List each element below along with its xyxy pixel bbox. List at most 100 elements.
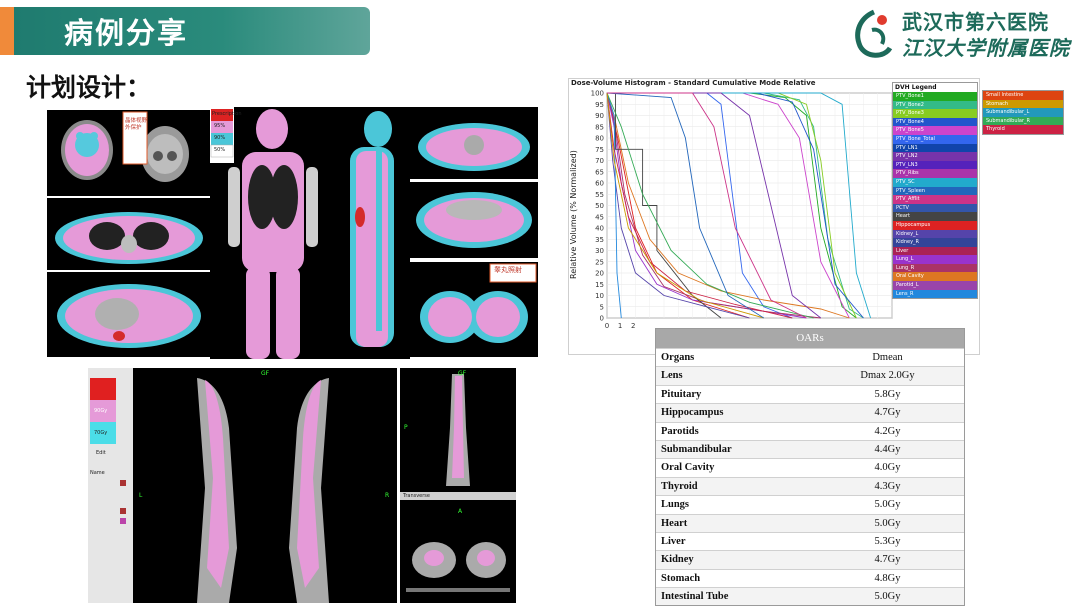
view-label-right: R	[385, 492, 390, 499]
dvh-ylabel: Relative Volume (% Normalized)	[569, 150, 578, 279]
sagittal-label-p: P	[404, 424, 408, 431]
dvh-legend-item[interactable]: PTV_Bone4	[893, 117, 977, 127]
dvh-legend-item[interactable]: PTV_Ribs	[893, 169, 977, 178]
roi-color-swatch	[120, 480, 126, 486]
dvh-legend-item[interactable]: PTV_Bone3	[893, 109, 977, 118]
table-row: Stomach 4.8Gy	[656, 568, 964, 587]
roi-color-swatch	[120, 518, 126, 524]
ct-axial-shoulder-panel	[410, 107, 538, 179]
dvh-legend2-item[interactable]: Small Intestine	[983, 91, 1063, 100]
dvh-legend-item[interactable]: PTV_Bone5	[893, 126, 977, 135]
organ-name: Thyroid	[661, 480, 698, 492]
edit-button[interactable]: Edit	[96, 450, 106, 456]
dvh-legend-item[interactable]: Oral Cavity	[893, 272, 977, 282]
dvh-legend-item[interactable]: PTV_LN3	[893, 160, 977, 170]
ct-axial-pelvis-panel	[410, 182, 538, 258]
dose-value: 4.7Gy	[874, 554, 901, 566]
dvh-ytick-label: 95	[595, 101, 604, 109]
dvh-ytick-label: 20	[595, 270, 604, 278]
dvh-ytick-label: 60	[595, 180, 604, 188]
dvh-ytick-label: 35	[595, 236, 604, 244]
dvh-legend-item[interactable]: PTV_Spleen	[893, 186, 977, 196]
dvh-legend-item[interactable]: Lung_R	[893, 263, 977, 273]
dvh-legend-item[interactable]: Parotid_L	[893, 281, 977, 290]
dose-value: 5.0Gy	[874, 499, 901, 511]
table-row: Organs Dmean	[656, 348, 964, 366]
dvh-xtick-label: 2	[631, 322, 635, 330]
organ-name: Intestinal Tube	[661, 591, 729, 603]
dvh-ytick-label: 45	[595, 213, 604, 221]
view-label-left: L	[139, 492, 143, 499]
table-row: Oral Cavity 4.0Gy	[656, 458, 964, 476]
dvh-legend-item[interactable]: Liver	[893, 246, 977, 256]
ct-axial-chest-panel	[47, 198, 210, 270]
dvh-ytick-label: 15	[595, 281, 604, 289]
view-label-top: GF	[261, 370, 270, 377]
organ-name: Organs	[661, 352, 695, 363]
dvh-legend2-item[interactable]: Submandibular_R	[983, 116, 1063, 126]
dose-level-sidebar: 90Gy 70Gy Edit Name	[88, 368, 133, 603]
dvh-xtick-label: 0	[605, 322, 609, 330]
dose-level-red[interactable]	[90, 378, 116, 400]
dvh-legend2-item[interactable]: Thyroid	[983, 125, 1063, 134]
dvh-legend-item[interactable]: PTV_Afflit	[893, 195, 977, 204]
dvh-legend2-item[interactable]: Submandibular_L	[983, 108, 1063, 117]
dvh-legend-item[interactable]: PTV_Bone2	[893, 100, 977, 110]
dvh-ytick-label: 90	[595, 112, 604, 120]
dvh-ytick-label: 10	[595, 292, 604, 300]
dvh-ytick-label: 50	[595, 202, 604, 210]
dose-label-4: 50%	[214, 147, 226, 153]
roi-name-header: Name	[90, 470, 105, 476]
dvh-legend-item[interactable]: PTV_LN2	[893, 152, 977, 161]
table-row: Liver 5.3Gy	[656, 531, 964, 550]
dvh-legend-item[interactable]: Lung_L	[893, 255, 977, 264]
organ-name: Kidney	[661, 554, 694, 566]
dvh-ylabel-wrap: Relative Volume (% Normalized)	[567, 150, 581, 299]
dvh-ytick-label: 25	[595, 258, 604, 266]
oars-table: OARs Organs Dmean Lens Dmax 2.0Gy Pituitary 5…	[655, 328, 965, 607]
table-row: Lungs 5.0Gy	[656, 495, 964, 513]
dvh-legend-item[interactable]: PTV_Bone_Total	[893, 134, 977, 144]
dvh-xtick-label: 1	[618, 322, 622, 330]
dvh-legend-item[interactable]: Hippocampus	[893, 220, 977, 230]
dvh-legend2-list: Small Intestine Stomach Submandibular_L Sub…	[983, 91, 1063, 134]
dvh-legend-item[interactable]: PTV_Bone1	[893, 92, 977, 101]
coronal-leg-panel: GF L R	[133, 368, 397, 603]
dvh-ytick-label: 75	[595, 146, 604, 154]
ct-coronal-sagittal-panel: Prescription 95% 90% 50%	[210, 107, 410, 359]
organ-name: Oral Cavity	[661, 462, 715, 474]
dvh-ytick-label: 100	[591, 90, 604, 98]
dvh-legend-item[interactable]: PTV_SC	[893, 177, 977, 187]
oars-title: OARs	[656, 329, 964, 348]
ct-axial-abdomen-panel	[47, 272, 210, 357]
organ-name: Submandibular	[661, 443, 732, 455]
table-row: Intestinal Tube 5.0Gy	[656, 587, 964, 606]
hospital-name: 武汉市第六医院	[902, 10, 1049, 34]
section-subtitle: 计划设计：	[26, 73, 152, 102]
oars-rows: Organs Dmean Lens Dmax 2.0Gy Pituitary 5.8Gy H…	[656, 348, 964, 606]
dose-value: 4.7Gy	[874, 407, 901, 419]
hospital-affiliation: 江汉大学附属医院	[902, 36, 1070, 60]
organ-name: Liver	[661, 535, 686, 547]
ct-axial-thigh-panel	[410, 262, 538, 357]
dvh-legend-item[interactable]: PCTV	[893, 203, 977, 213]
testis-irradiation-annotation: 睾丸照射	[494, 266, 522, 274]
dose-value: 4.8Gy	[874, 572, 901, 584]
dvh-ytick-label: 85	[595, 123, 604, 131]
dvh-legend-item[interactable]: PTV_LN1	[893, 143, 977, 153]
dose-value: 5.3Gy	[874, 535, 901, 547]
dose-value: 5.8Gy	[874, 388, 901, 400]
organ-name: Stomach	[661, 572, 701, 584]
sagittal-leg-panel: GF P	[400, 368, 516, 492]
transverse-tab[interactable]: Transverse	[400, 492, 516, 500]
dvh-ytick-label: 40	[595, 225, 604, 233]
dvh-legend-item[interactable]: Kidney_L	[893, 229, 977, 239]
dvh-legend-item[interactable]: Kidney_R	[893, 238, 977, 247]
dvh-legend2-item[interactable]: Stomach	[983, 99, 1063, 109]
dvh-legend-item[interactable]: Heart	[893, 212, 977, 221]
dvh-legend-secondary: Small Intestine Stomach Submandibular_L Sub…	[982, 90, 1064, 135]
roi-color-swatch	[120, 508, 126, 514]
table-row: Submandibular 4.4Gy	[656, 439, 964, 459]
dvh-legend-item[interactable]: Lens_R	[893, 289, 977, 299]
dvh-ytick-label: 70	[595, 157, 604, 165]
